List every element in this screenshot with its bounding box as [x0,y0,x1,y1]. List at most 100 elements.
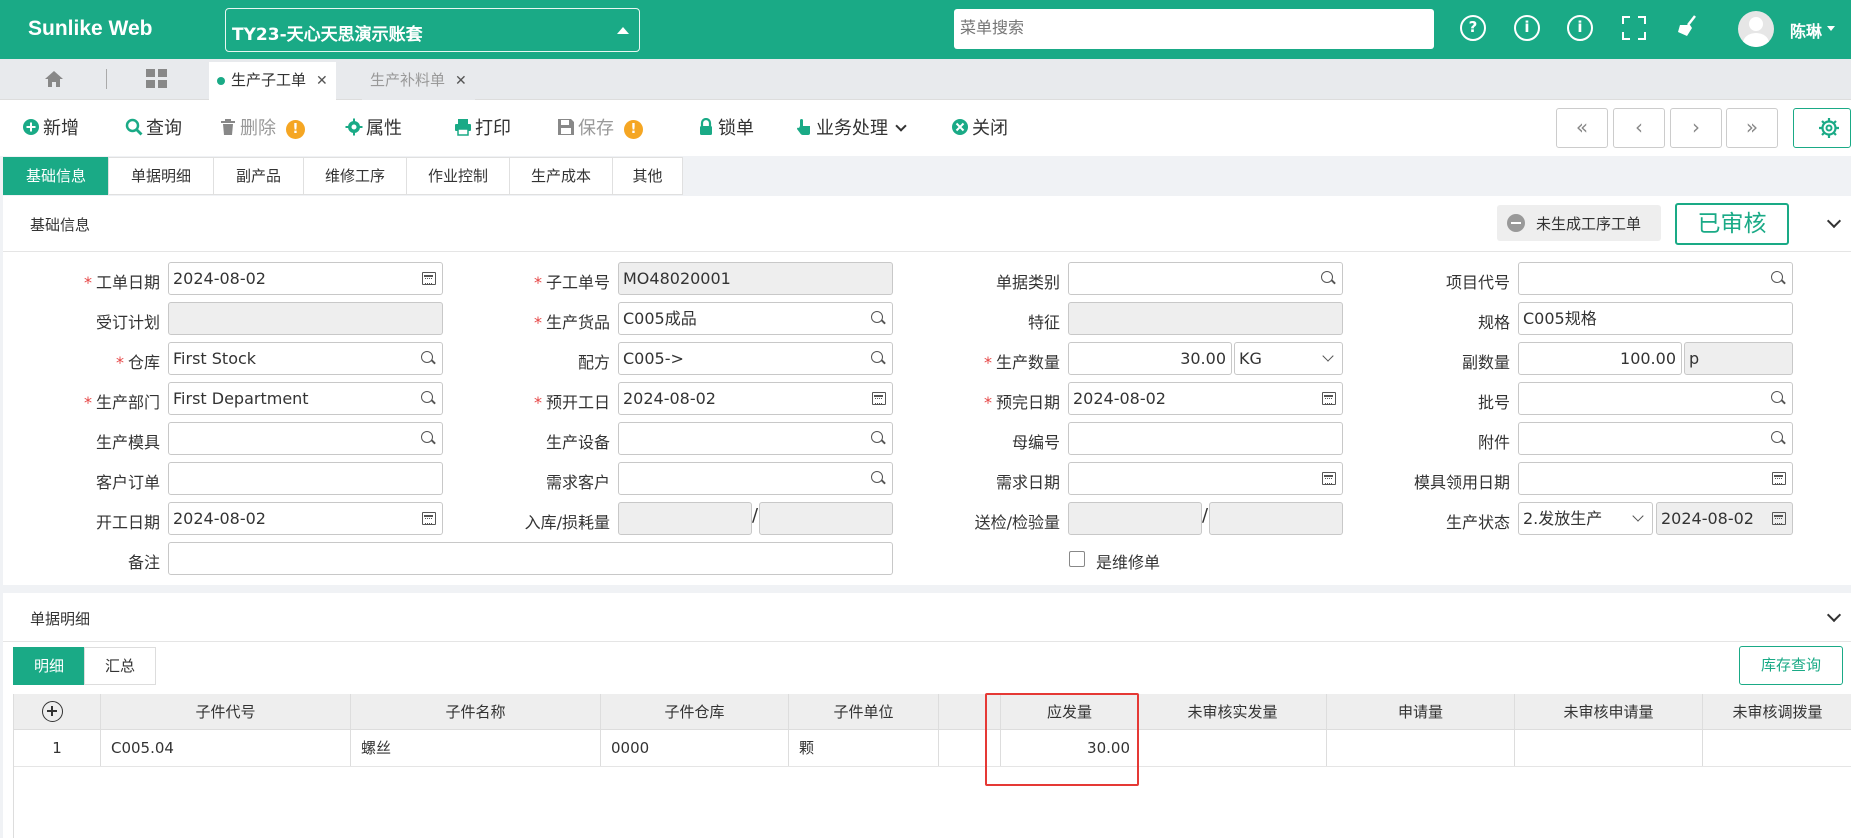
tab-production-sub-order[interactable]: 生产子工单 ✕ [209,62,336,100]
plus-circle-icon[interactable] [42,701,63,722]
add-row-cell[interactable] [14,694,101,730]
tab-doc-detail[interactable]: 单据明细 [108,157,214,195]
plan-start-field[interactable]: 2024-08-02 [618,382,893,415]
feature-field[interactable] [1068,302,1343,335]
batch-field[interactable] [1518,382,1793,415]
home-icon[interactable] [44,69,64,89]
mold-date-field[interactable] [1518,462,1793,495]
app-grid-icon[interactable] [146,69,168,89]
hand-pointer-icon [797,119,810,135]
table-cell[interactable]: 0000 [601,730,789,766]
user-name[interactable]: 陈琳 [1790,18,1822,42]
label-sub-qty: 副数量 [1461,353,1510,372]
search-icon [421,391,436,406]
demand-cust-field[interactable] [618,462,893,495]
close-button[interactable]: 关闭 [951,114,1008,140]
sub-qty-field[interactable]: 100.00 [1518,342,1682,375]
repair-checkbox-label: 是维修单 [1096,553,1161,572]
cust-order-field[interactable] [168,462,443,495]
close-icon[interactable]: ✕ [455,73,467,89]
info-icon[interactable]: i [1514,15,1540,41]
dept-field[interactable]: First Department [168,382,443,415]
prev-record-button[interactable]: ‹ [1613,108,1665,148]
column-header[interactable]: 申请量 [1327,694,1515,730]
table-cell[interactable] [1139,730,1327,766]
caret-down-icon[interactable] [1827,26,1835,31]
last-record-button[interactable]: » [1726,108,1778,148]
sub-order-no-field[interactable]: MO48020001 [618,262,893,295]
tab-summary[interactable]: 汇总 [84,647,156,685]
spec-field[interactable]: C005规格 [1518,302,1793,335]
save-button[interactable]: 保存! [557,114,643,140]
tab-operation-control[interactable]: 作业控制 [406,157,510,195]
column-header[interactable]: 子件名称 [351,694,601,730]
equipment-field[interactable] [618,422,893,455]
table-cell[interactable]: 螺丝 [351,730,601,766]
tab-basic-info[interactable]: 基础信息 [3,157,109,195]
query-button[interactable]: 查询 [125,114,182,140]
print-button[interactable]: 打印 [454,114,511,140]
new-button[interactable]: 新增 [22,114,79,140]
next-record-button[interactable]: › [1670,108,1722,148]
column-header[interactable]: 子件单位 [789,694,939,730]
product-field[interactable]: C005成品 [618,302,893,335]
warehouse-field[interactable]: First Stock [168,342,443,375]
table-cell[interactable] [1703,730,1851,766]
prod-unit-select[interactable]: KG [1234,342,1343,375]
order-plan-field[interactable] [168,302,443,335]
work-date-field[interactable]: 2024-08-02 [168,262,443,295]
settings-button[interactable] [1793,108,1851,148]
column-header[interactable]: 未审核申请量 [1515,694,1703,730]
column-header[interactable]: 子件仓库 [601,694,789,730]
info-icon[interactable]: i [1567,15,1593,41]
column-header[interactable]: 未审核调拨量 [1703,694,1851,730]
column-header[interactable]: 子件代号 [101,694,351,730]
calendar-icon [1322,472,1336,485]
tab-production-supplement[interactable]: 生产补料单 ✕ [362,62,475,100]
close-icon[interactable]: ✕ [316,73,328,89]
plan-finish-field[interactable]: 2024-08-02 [1068,382,1343,415]
prod-status-select[interactable]: 2.发放生产 [1518,502,1653,535]
lock-button[interactable]: 锁单 [697,114,754,140]
table-row[interactable]: 1 C005.04 螺丝 0000 颗 30.00 [14,730,1851,767]
first-record-button[interactable]: « [1556,108,1608,148]
repair-checkbox[interactable] [1069,551,1085,567]
account-selector[interactable]: TY23-天心天思演示账套 [225,8,640,52]
delete-button[interactable]: 删除! [219,114,305,140]
doc-type-field[interactable] [1068,262,1343,295]
attachment-field[interactable] [1518,422,1793,455]
divider [3,251,1851,252]
prod-qty-field[interactable]: 30.00 [1068,342,1232,375]
start-date-field[interactable]: 2024-08-02 [168,502,443,535]
help-circle-icon[interactable]: ? [1460,15,1486,41]
stock-query-button[interactable]: 库存查询 [1739,646,1843,685]
tab-production-cost[interactable]: 生产成本 [509,157,613,195]
menu-search-input[interactable] [954,9,1434,49]
project-code-field[interactable] [1518,262,1793,295]
printer-icon [455,119,471,136]
fullscreen-icon[interactable] [1622,16,1646,40]
table-cell[interactable] [1327,730,1515,766]
column-header[interactable]: 未审核实发量 [1139,694,1327,730]
business-process-dropdown[interactable]: 业务处理 [795,114,907,140]
tab-detail[interactable]: 明细 [13,647,85,685]
label-parent-no: 母编号 [1011,433,1060,452]
properties-button[interactable]: 属性 [345,114,402,140]
tab-byproduct[interactable]: 副产品 [213,157,304,195]
formula-field[interactable]: C005-> [618,342,893,375]
user-avatar[interactable] [1738,11,1774,47]
grid-header: 子件代号 子件名称 子件仓库 子件单位 应发量 未审核实发量 申请量 未审核申请… [14,694,1851,730]
minus-circle-icon [1507,214,1525,232]
tab-other[interactable]: 其他 [612,157,683,195]
parent-no-field[interactable] [1068,422,1343,455]
table-cell[interactable]: C005.04 [101,730,351,766]
remark-field[interactable] [168,542,893,575]
table-cell[interactable] [1515,730,1703,766]
mold-field[interactable] [168,422,443,455]
label-mold: 生产模具 [95,433,160,452]
broom-icon[interactable] [1675,13,1701,45]
demand-date-field[interactable] [1068,462,1343,495]
tab-repair-process[interactable]: 维修工序 [303,157,407,195]
table-cell[interactable]: 颗 [789,730,939,766]
status-date-field[interactable]: 2024-08-02 [1656,502,1793,535]
